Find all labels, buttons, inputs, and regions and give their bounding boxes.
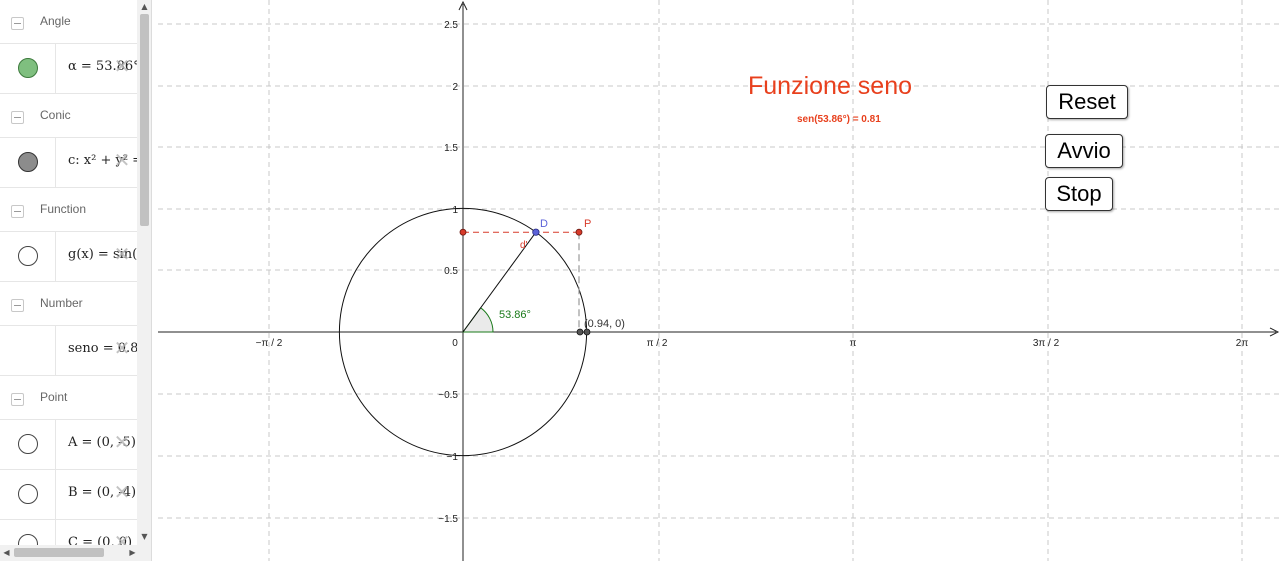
group-number[interactable]: Number <box>0 282 137 326</box>
graphics-view[interactable]: −π / 2 0 π / 2 π 3π / 2 2π 2.5 2 1.5 1 0… <box>158 0 1280 561</box>
x-tick-label: −π / 2 <box>256 338 283 349</box>
y-tick-label: 1.5 <box>444 143 458 154</box>
algebra-item-alpha[interactable]: α = 53.86° ✕ <box>0 44 137 94</box>
point-on-y-axis[interactable] <box>459 228 467 236</box>
point-d[interactable] <box>532 228 540 236</box>
scroll-left-icon[interactable]: ◀ <box>2 548 11 557</box>
x-tick-label: π <box>850 338 857 349</box>
y-tick-label: 1 <box>452 205 458 216</box>
algebra-item-seno[interactable]: seno = 0.81 ✕ <box>0 326 137 376</box>
group-label: Number <box>40 296 83 310</box>
group-conic[interactable]: Conic <box>0 94 137 138</box>
visibility-toggle[interactable] <box>0 44 56 93</box>
y-tick-label: −1 <box>447 452 459 463</box>
group-label: Function <box>40 202 87 216</box>
x-tick-label: π / 2 <box>647 338 668 349</box>
group-function[interactable]: Function <box>0 188 137 232</box>
delete-icon[interactable]: ✕ <box>112 338 132 358</box>
sine-formula: sen(53.86°) = 0.81 <box>797 114 881 125</box>
y-tick-label: 2 <box>452 82 458 93</box>
scroll-up-icon[interactable]: ▲ <box>140 2 149 11</box>
horizontal-scrollbar[interactable]: ◀ ▶ <box>0 545 151 561</box>
geogebra-app: Angle α = 53.86° ✕ Conic c: x² + y² = 1 … <box>0 0 1280 561</box>
x-tick-label: 2π <box>1236 338 1249 349</box>
scrollbar-thumb[interactable] <box>14 548 104 557</box>
visibility-dot-icon[interactable] <box>18 434 38 454</box>
page-title: Funzione seno <box>748 72 913 100</box>
algebra-item-point-a[interactable]: A = (0, -5) ✕ <box>0 420 137 470</box>
y-tick-label: 2.5 <box>444 20 458 31</box>
collapse-icon[interactable] <box>11 299 24 312</box>
reset-button[interactable]: Reset <box>1046 85 1128 119</box>
avvio-button[interactable]: Avvio <box>1045 134 1123 168</box>
point-d-prime-label: d' <box>520 240 528 251</box>
point-d-label: D <box>540 218 548 230</box>
visibility-toggle[interactable] <box>0 232 56 281</box>
delete-icon[interactable]: ✕ <box>112 244 132 264</box>
y-tick-label: −0.5 <box>438 390 458 401</box>
algebra-item-conic-c[interactable]: c: x² + y² = 1 ✕ <box>0 138 137 188</box>
visibility-toggle[interactable] <box>0 138 56 187</box>
group-label: Conic <box>40 108 71 122</box>
visibility-toggle[interactable] <box>0 470 56 519</box>
delete-icon[interactable]: ✕ <box>112 482 132 502</box>
group-angle[interactable]: Angle <box>0 0 137 44</box>
delete-icon[interactable]: ✕ <box>112 432 132 452</box>
visibility-dot-icon[interactable] <box>18 152 38 172</box>
y-tick-label: −1.5 <box>438 514 458 525</box>
y-tick-label: 0.5 <box>444 266 458 277</box>
scroll-right-icon[interactable]: ▶ <box>128 548 137 557</box>
point-p-label: P <box>584 218 591 230</box>
scroll-down-icon[interactable]: ▼ <box>140 532 149 541</box>
coord-label: (0.94, 0) <box>584 318 625 330</box>
visibility-dot-icon[interactable] <box>18 58 38 78</box>
algebra-item-function-g[interactable]: g(x) = sin(x) ✕ <box>0 232 137 282</box>
x-tick-labels: −π / 2 0 π / 2 π 3π / 2 2π <box>256 338 1249 349</box>
x-tick-label: 3π / 2 <box>1033 338 1060 349</box>
visibility-dot-icon[interactable] <box>18 246 38 266</box>
algebra-view: Angle α = 53.86° ✕ Conic c: x² + y² = 1 … <box>0 0 152 561</box>
collapse-icon[interactable] <box>11 17 24 30</box>
point-on-x-axis[interactable] <box>576 328 584 336</box>
scrollbar-thumb[interactable] <box>140 14 149 226</box>
y-tick-labels: 2.5 2 1.5 1 0.5 −0.5 −1 −1.5 <box>438 20 458 525</box>
visibility-dot-icon[interactable] <box>18 484 38 504</box>
collapse-icon[interactable] <box>11 393 24 406</box>
collapse-icon[interactable] <box>11 205 24 218</box>
stop-button[interactable]: Stop <box>1045 177 1113 211</box>
collapse-icon[interactable] <box>11 111 24 124</box>
group-point[interactable]: Point <box>0 376 137 420</box>
angle-label: 53.86° <box>499 309 531 321</box>
algebra-item-point-b[interactable]: B = (0, -4) ✕ <box>0 470 137 520</box>
point-p[interactable] <box>575 228 583 236</box>
group-label: Point <box>40 390 68 404</box>
delete-icon[interactable]: ✕ <box>112 56 132 76</box>
visibility-toggle[interactable] <box>0 420 56 469</box>
group-label: Angle <box>40 14 71 28</box>
visibility-toggle[interactable] <box>0 326 56 375</box>
x-tick-label: 0 <box>452 338 458 349</box>
vertical-scrollbar[interactable]: ▲ ▼ <box>137 0 151 545</box>
delete-icon[interactable]: ✕ <box>112 150 132 170</box>
